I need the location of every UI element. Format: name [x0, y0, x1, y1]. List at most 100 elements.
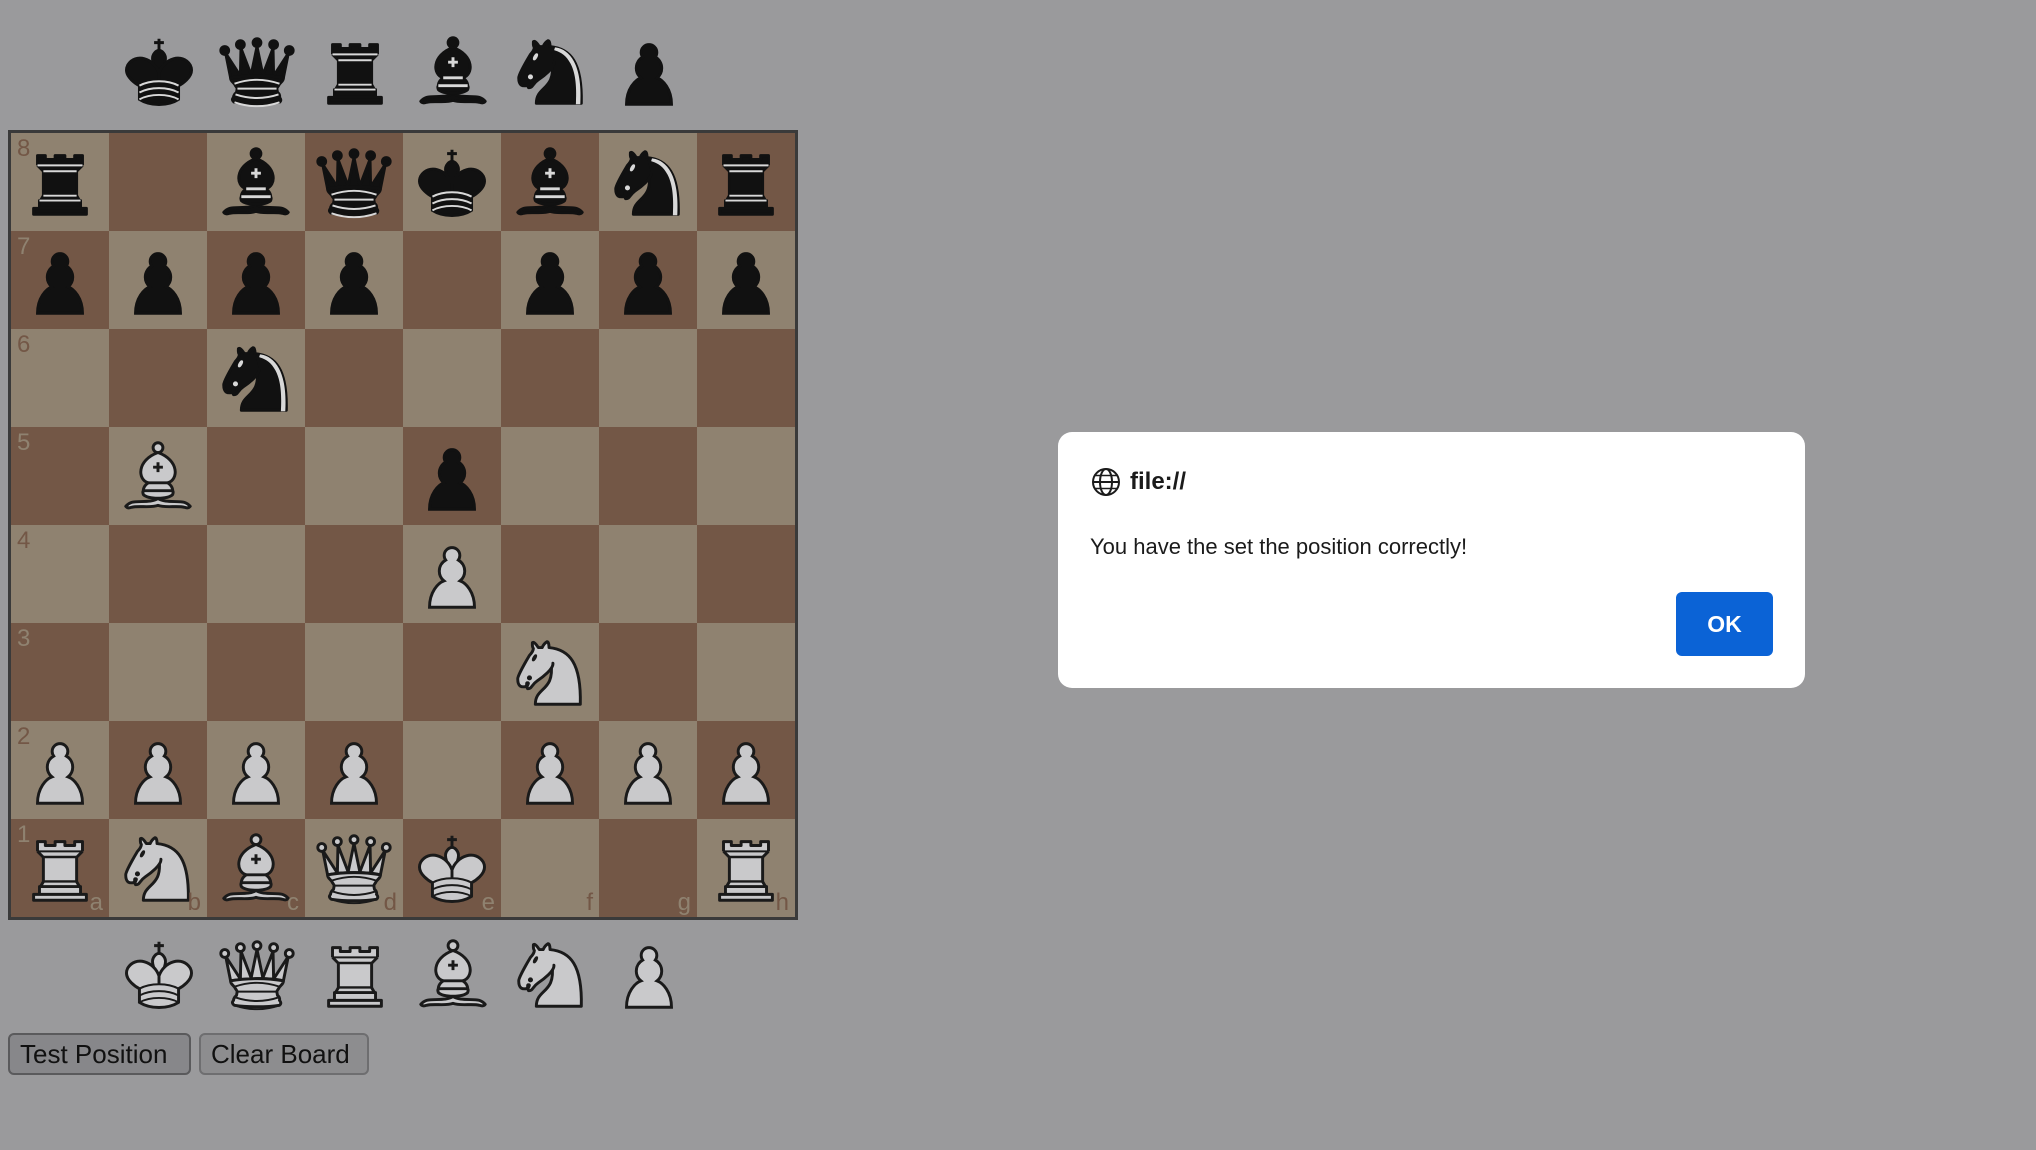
square-c7[interactable]	[207, 231, 305, 329]
square-d2[interactable]	[305, 721, 403, 819]
black-pawn-icon[interactable]	[212, 236, 300, 324]
square-g1[interactable]: g	[599, 819, 697, 917]
square-h3[interactable]	[697, 623, 795, 721]
white-pawn-icon[interactable]	[310, 726, 398, 814]
black-spare-knight-icon[interactable]	[502, 22, 600, 120]
black-knight-icon[interactable]	[212, 334, 300, 422]
white-spare-queen-icon[interactable]	[208, 925, 306, 1023]
square-b2[interactable]	[109, 721, 207, 819]
square-d5[interactable]	[305, 427, 403, 525]
square-c2[interactable]	[207, 721, 305, 819]
square-g3[interactable]	[599, 623, 697, 721]
square-a6[interactable]: 6	[11, 329, 109, 427]
black-bishop-icon[interactable]	[212, 138, 300, 226]
square-a3[interactable]: 3	[11, 623, 109, 721]
square-f1[interactable]: f	[501, 819, 599, 917]
test-position-button[interactable]: Test Position	[8, 1033, 191, 1075]
white-pawn-icon[interactable]	[702, 726, 790, 814]
square-b3[interactable]	[109, 623, 207, 721]
white-spare-king-icon[interactable]	[110, 925, 208, 1023]
square-b6[interactable]	[109, 329, 207, 427]
square-h6[interactable]	[697, 329, 795, 427]
black-spare-pawn-icon[interactable]	[600, 22, 698, 120]
square-h7[interactable]	[697, 231, 795, 329]
black-pawn-icon[interactable]	[114, 236, 202, 324]
square-g6[interactable]	[599, 329, 697, 427]
square-c3[interactable]	[207, 623, 305, 721]
ok-button[interactable]: OK	[1676, 592, 1773, 656]
square-e4[interactable]	[403, 525, 501, 623]
square-d1[interactable]: d	[305, 819, 403, 917]
square-c8[interactable]	[207, 133, 305, 231]
square-f5[interactable]	[501, 427, 599, 525]
square-e8[interactable]	[403, 133, 501, 231]
square-d3[interactable]	[305, 623, 403, 721]
square-e6[interactable]	[403, 329, 501, 427]
square-a7[interactable]: 7	[11, 231, 109, 329]
square-e1[interactable]: e	[403, 819, 501, 917]
square-e7[interactable]	[403, 231, 501, 329]
square-g7[interactable]	[599, 231, 697, 329]
black-spare-king-icon[interactable]	[110, 22, 208, 120]
black-queen-icon[interactable]	[310, 138, 398, 226]
square-g8[interactable]	[599, 133, 697, 231]
black-spare-bishop-icon[interactable]	[404, 22, 502, 120]
square-g4[interactable]	[599, 525, 697, 623]
square-g5[interactable]	[599, 427, 697, 525]
black-king-icon[interactable]	[408, 138, 496, 226]
black-pawn-icon[interactable]	[506, 236, 594, 324]
square-d6[interactable]	[305, 329, 403, 427]
square-h4[interactable]	[697, 525, 795, 623]
square-b5[interactable]	[109, 427, 207, 525]
square-d4[interactable]	[305, 525, 403, 623]
white-pawn-icon[interactable]	[212, 726, 300, 814]
square-a2[interactable]: 2	[11, 721, 109, 819]
square-h5[interactable]	[697, 427, 795, 525]
square-e3[interactable]	[403, 623, 501, 721]
black-knight-icon[interactable]	[604, 138, 692, 226]
square-c6[interactable]	[207, 329, 305, 427]
square-a5[interactable]: 5	[11, 427, 109, 525]
black-rook-icon[interactable]	[702, 138, 790, 226]
white-spare-bishop-icon[interactable]	[404, 925, 502, 1023]
square-f6[interactable]	[501, 329, 599, 427]
square-c1[interactable]: c	[207, 819, 305, 917]
clear-board-button[interactable]: Clear Board	[199, 1033, 369, 1075]
square-f4[interactable]	[501, 525, 599, 623]
black-spare-rook-icon[interactable]	[306, 22, 404, 120]
white-spare-pawn-icon[interactable]	[600, 925, 698, 1023]
black-pawn-icon[interactable]	[702, 236, 790, 324]
square-a1[interactable]: 1a	[11, 819, 109, 917]
square-e2[interactable]	[403, 721, 501, 819]
square-d7[interactable]	[305, 231, 403, 329]
square-b8[interactable]	[109, 133, 207, 231]
square-h8[interactable]	[697, 133, 795, 231]
white-pawn-icon[interactable]	[114, 726, 202, 814]
black-pawn-icon[interactable]	[604, 236, 692, 324]
black-spare-queen-icon[interactable]	[208, 22, 306, 120]
white-spare-rook-icon[interactable]	[306, 925, 404, 1023]
black-bishop-icon[interactable]	[506, 138, 594, 226]
white-pawn-icon[interactable]	[506, 726, 594, 814]
square-d8[interactable]	[305, 133, 403, 231]
square-f3[interactable]	[501, 623, 599, 721]
white-pawn-icon[interactable]	[408, 530, 496, 618]
square-a8[interactable]: 8	[11, 133, 109, 231]
square-c5[interactable]	[207, 427, 305, 525]
square-h2[interactable]	[697, 721, 795, 819]
white-knight-icon[interactable]	[506, 628, 594, 716]
square-e5[interactable]	[403, 427, 501, 525]
square-f8[interactable]	[501, 133, 599, 231]
white-pawn-icon[interactable]	[604, 726, 692, 814]
black-pawn-icon[interactable]	[310, 236, 398, 324]
black-pawn-icon[interactable]	[408, 432, 496, 520]
square-b1[interactable]: b	[109, 819, 207, 917]
white-spare-knight-icon[interactable]	[502, 925, 600, 1023]
square-a4[interactable]: 4	[11, 525, 109, 623]
white-bishop-icon[interactable]	[114, 432, 202, 520]
square-f2[interactable]	[501, 721, 599, 819]
square-h1[interactable]: h	[697, 819, 795, 917]
square-g2[interactable]	[599, 721, 697, 819]
square-c4[interactable]	[207, 525, 305, 623]
square-b4[interactable]	[109, 525, 207, 623]
